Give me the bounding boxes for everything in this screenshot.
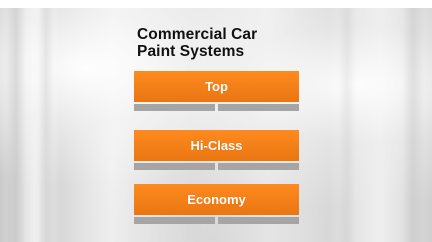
top-strip (0, 0, 432, 8)
top-button[interactable]: Top (134, 71, 299, 102)
menu-item-hi-class: Hi-Class (134, 130, 299, 170)
page-title-line-2: Paint Systems (137, 43, 245, 60)
underline-segment-right (218, 163, 299, 170)
underline-segment-left (134, 217, 215, 224)
hi-class-button-underline (134, 163, 299, 170)
underline-segment-right (218, 217, 299, 224)
economy-button-underline (134, 217, 299, 224)
background-blur-post (402, 8, 424, 242)
top-button-underline (134, 104, 299, 111)
paint-systems-screen: Commercial Car Paint Systems Top Hi-Clas… (0, 0, 432, 242)
background-blur-post (38, 8, 54, 242)
underline-segment-left (134, 163, 215, 170)
page-title-line-1: Commercial Car (137, 26, 258, 43)
menu-item-economy: Economy (134, 184, 299, 224)
menu-item-top: Top (134, 71, 299, 111)
economy-button[interactable]: Economy (134, 184, 299, 215)
underline-segment-right (218, 104, 299, 111)
hi-class-button[interactable]: Hi-Class (134, 130, 299, 161)
underline-segment-left (134, 104, 215, 111)
page-title: Commercial Car Paint Systems (137, 26, 357, 60)
background-blur-post (6, 8, 26, 242)
